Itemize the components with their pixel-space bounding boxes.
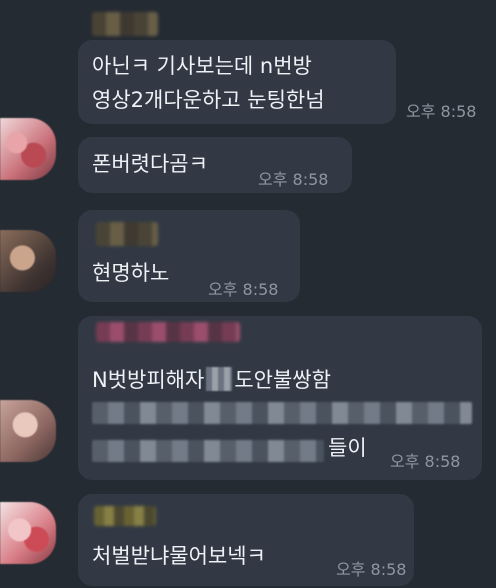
- sender-name-redacted: [96, 222, 158, 246]
- sender-name-redacted: [92, 12, 158, 36]
- redacted-text: [92, 402, 472, 424]
- message-time: 오후 8:58: [406, 102, 477, 121]
- message-time: 오후 8:58: [208, 280, 279, 299]
- sender-name-redacted: [96, 322, 240, 342]
- avatar[interactable]: [0, 230, 56, 292]
- message-text-part: N벗방피해자: [92, 368, 205, 392]
- message-time: 오후 8:58: [258, 170, 329, 189]
- avatar[interactable]: [0, 400, 56, 462]
- message-text: 영상2개다운하고 눈팅한넘: [92, 88, 325, 112]
- sender-name-redacted: [94, 506, 156, 526]
- message-text-part: 도안불쌍함: [234, 368, 331, 392]
- message-text: 아닌ㅋ 기사보는데 n번방: [92, 54, 312, 78]
- message-text: 처벌받냐물어보넥ㅋ: [92, 544, 266, 568]
- message-text: 현명하노: [92, 261, 170, 285]
- avatar[interactable]: [0, 118, 56, 180]
- redacted-text: [92, 440, 324, 462]
- message-text: 폰버렷다곰ㅋ: [92, 152, 208, 176]
- message-text: 들이: [328, 436, 367, 460]
- redacted-block: [206, 367, 233, 391]
- message-time: 오후 8:58: [390, 452, 461, 471]
- message-time: 오후 8:58: [336, 560, 407, 579]
- message-text: N벗방피해자 도안불쌍함: [92, 364, 331, 396]
- avatar[interactable]: [0, 502, 56, 564]
